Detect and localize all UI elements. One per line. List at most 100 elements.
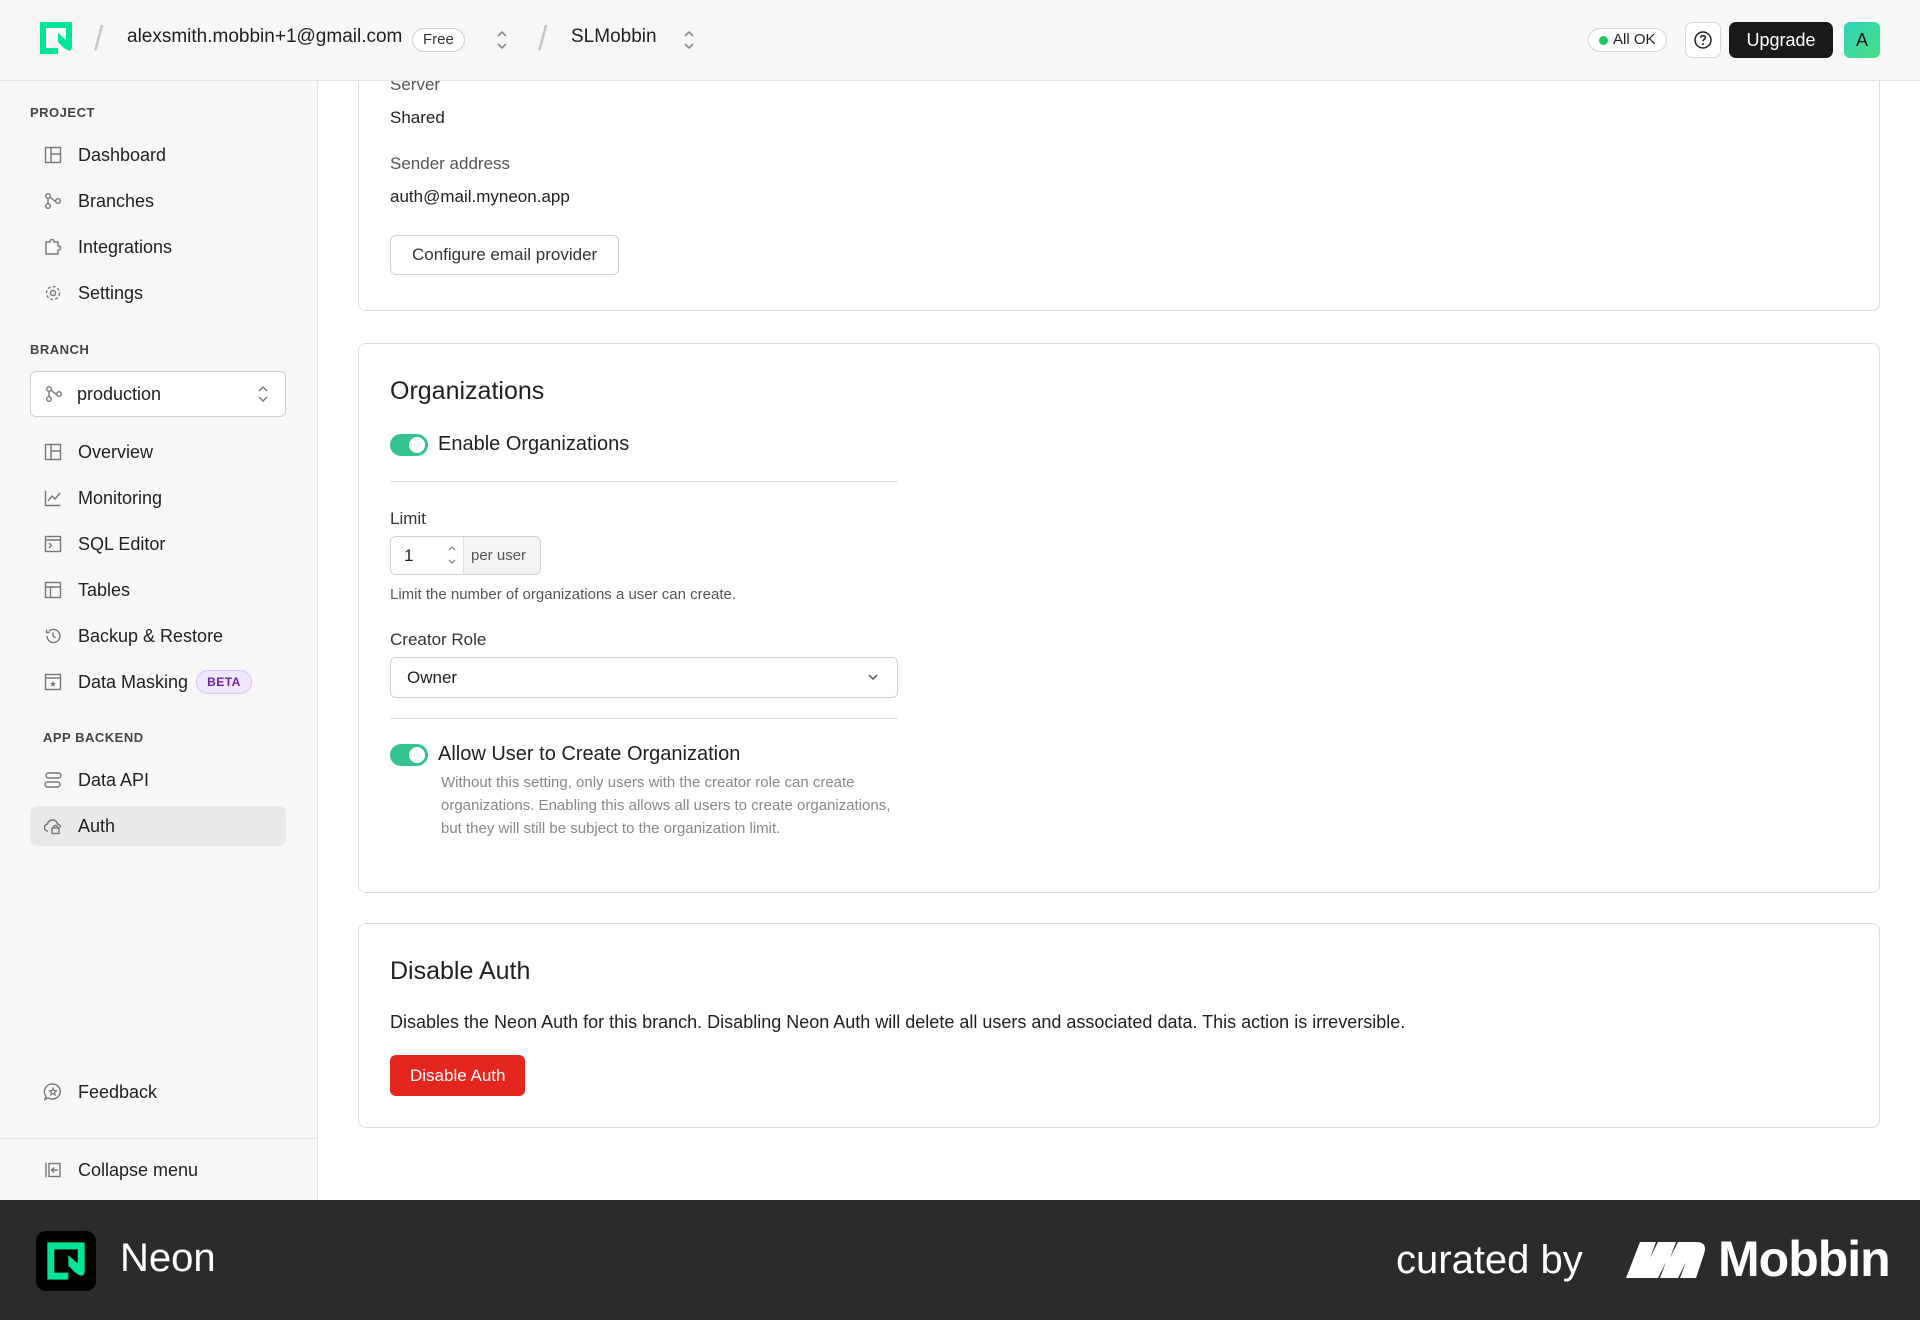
sidebar-item-label: Branches — [78, 190, 155, 211]
email-settings-card: Server Shared Sender address auth@mail.m… — [358, 81, 1880, 311]
branch-selector-value: production — [77, 383, 162, 404]
footer-brand-name: Neon — [120, 1236, 216, 1280]
account-email[interactable]: alexsmith.mobbin+1@gmail.com — [127, 26, 402, 48]
collapse-icon — [43, 1160, 63, 1180]
sidebar-item-branches[interactable]: Branches — [30, 181, 286, 221]
sidebar-item-label: Integrations — [78, 236, 173, 257]
table-icon — [43, 580, 63, 600]
collapse-menu-button[interactable]: Collapse menu — [30, 1150, 286, 1190]
project-name[interactable]: SLMobbin — [571, 26, 657, 48]
configure-email-provider-button[interactable]: Configure email provider — [390, 235, 620, 275]
terminal-icon — [43, 534, 63, 554]
allow-user-create-organization-label: Allow User to Create Organization — [438, 743, 741, 765]
help-button[interactable] — [1685, 22, 1721, 58]
disable-auth-title: Disable Auth — [390, 957, 531, 985]
sidebar-item-tables[interactable]: Tables — [30, 570, 286, 610]
disable-auth-button[interactable]: Disable Auth — [390, 1055, 526, 1096]
sidebar-item-monitoring[interactable]: Monitoring — [30, 478, 286, 518]
creator-role-label: Creator Role — [390, 630, 487, 649]
limit-unit: per user — [463, 537, 540, 574]
organizations-card: Organizations Enable Organizations Limit… — [358, 343, 1880, 893]
dashboard-icon — [43, 442, 63, 462]
sidebar-item-overview[interactable]: Overview — [30, 432, 286, 472]
sidebar-item-backup-restore[interactable]: Backup & Restore — [30, 616, 286, 656]
chart-icon — [43, 488, 63, 508]
sidebar-item-dashboard[interactable]: Dashboard — [30, 135, 286, 175]
status-text: All OK — [1613, 31, 1656, 48]
status-dot-icon — [1599, 36, 1608, 45]
divider: / — [538, 20, 548, 58]
sidebar-item-label: Auth — [78, 815, 116, 836]
collapse-menu-label: Collapse menu — [78, 1159, 199, 1180]
enable-organizations-label: Enable Organizations — [438, 433, 630, 455]
avatar[interactable]: A — [1844, 22, 1880, 58]
sidebar-item-label: Monitoring — [78, 487, 163, 508]
chevron-updown-icon — [258, 385, 268, 403]
sender-address-value: auth@mail.myneon.app — [390, 187, 570, 206]
disable-auth-card: Disable Auth Disables the Neon Auth for … — [358, 923, 1880, 1128]
cloud-lock-icon — [43, 816, 63, 836]
creator-role-select[interactable]: Owner — [390, 657, 898, 698]
allow-user-help-text: Without this setting, only users with th… — [441, 774, 891, 837]
sidebar-item-auth[interactable]: Auth — [30, 806, 286, 846]
puzzle-icon — [43, 237, 63, 257]
section-label-app-backend: APP BACKEND — [43, 730, 144, 745]
divider — [390, 718, 898, 719]
server-value: Shared — [390, 108, 445, 127]
divider: / — [94, 20, 104, 58]
creator-role-value: Owner — [407, 668, 458, 687]
neon-logo-icon — [36, 1231, 96, 1291]
section-label-branch: BRANCH — [30, 342, 90, 357]
sender-address-label: Sender address — [390, 154, 511, 173]
sidebar-item-label: Settings — [78, 282, 144, 303]
branch-selector[interactable]: production — [30, 371, 286, 417]
branches-icon — [43, 191, 63, 211]
sidebar-item-sql-editor[interactable]: SQL Editor — [30, 524, 286, 564]
feedback-button[interactable]: Feedback — [30, 1072, 286, 1112]
sidebar-item-settings[interactable]: Settings — [30, 273, 286, 313]
sidebar-item-data-masking[interactable]: Data Masking BETA — [30, 662, 286, 702]
sidebar-divider — [0, 1138, 318, 1139]
branches-icon — [45, 385, 63, 403]
limit-input[interactable]: 1 — [391, 537, 463, 574]
section-label-project: PROJECT — [30, 105, 95, 120]
mobbin-logo-icon — [1626, 1242, 1705, 1278]
limit-help-text: Limit the number of organizations a user… — [390, 586, 737, 603]
curated-by-text: curated by — [1396, 1238, 1583, 1282]
beta-badge: BETA — [196, 670, 252, 694]
allow-user-create-organization-toggle[interactable] — [390, 744, 428, 766]
sidebar-item-label: SQL Editor — [78, 533, 166, 554]
mobbin-wordmark: Mobbin — [1718, 1231, 1891, 1287]
divider — [390, 481, 898, 482]
dashboard-icon — [43, 145, 63, 165]
stepper-arrows-icon[interactable] — [447, 542, 457, 568]
gear-icon — [43, 283, 63, 303]
sidebar-item-label: Dashboard — [78, 144, 167, 165]
chevron-down-icon — [868, 674, 878, 681]
sidebar-item-data-api[interactable]: Data API — [30, 760, 286, 800]
organizations-title: Organizations — [390, 377, 545, 405]
upgrade-button[interactable]: Upgrade — [1729, 22, 1833, 58]
limit-value: 1 — [404, 546, 414, 565]
account-switcher-icon[interactable] — [495, 27, 509, 53]
sidebar-item-label: Data API — [78, 769, 150, 790]
footer: Neon curated by Mobbin — [0, 1200, 1920, 1320]
limit-label: Limit — [390, 509, 426, 528]
feedback-icon — [43, 1082, 63, 1102]
limit-stepper[interactable]: 1 per user — [390, 536, 541, 575]
sidebar-item-integrations[interactable]: Integrations — [30, 227, 286, 267]
mask-icon — [43, 672, 63, 692]
status-badge[interactable]: All OK — [1588, 28, 1667, 52]
disable-auth-description: Disables the Neon Auth for this branch. … — [390, 1012, 1406, 1032]
history-icon — [43, 626, 63, 646]
sidebar-item-label: Tables — [78, 579, 131, 600]
top-bar: / alexsmith.mobbin+1@gmail.com Free / SL… — [0, 0, 1920, 81]
question-icon — [1694, 31, 1712, 49]
sidebar-item-label: Overview — [78, 441, 154, 462]
main-content: Server Shared Sender address auth@mail.m… — [318, 81, 1920, 1200]
api-icon — [43, 770, 63, 790]
enable-organizations-toggle[interactable] — [390, 434, 428, 456]
project-switcher-icon[interactable] — [682, 27, 696, 53]
neon-logo-icon[interactable] — [38, 20, 74, 56]
sidebar-item-label: Data Masking — [78, 671, 189, 692]
